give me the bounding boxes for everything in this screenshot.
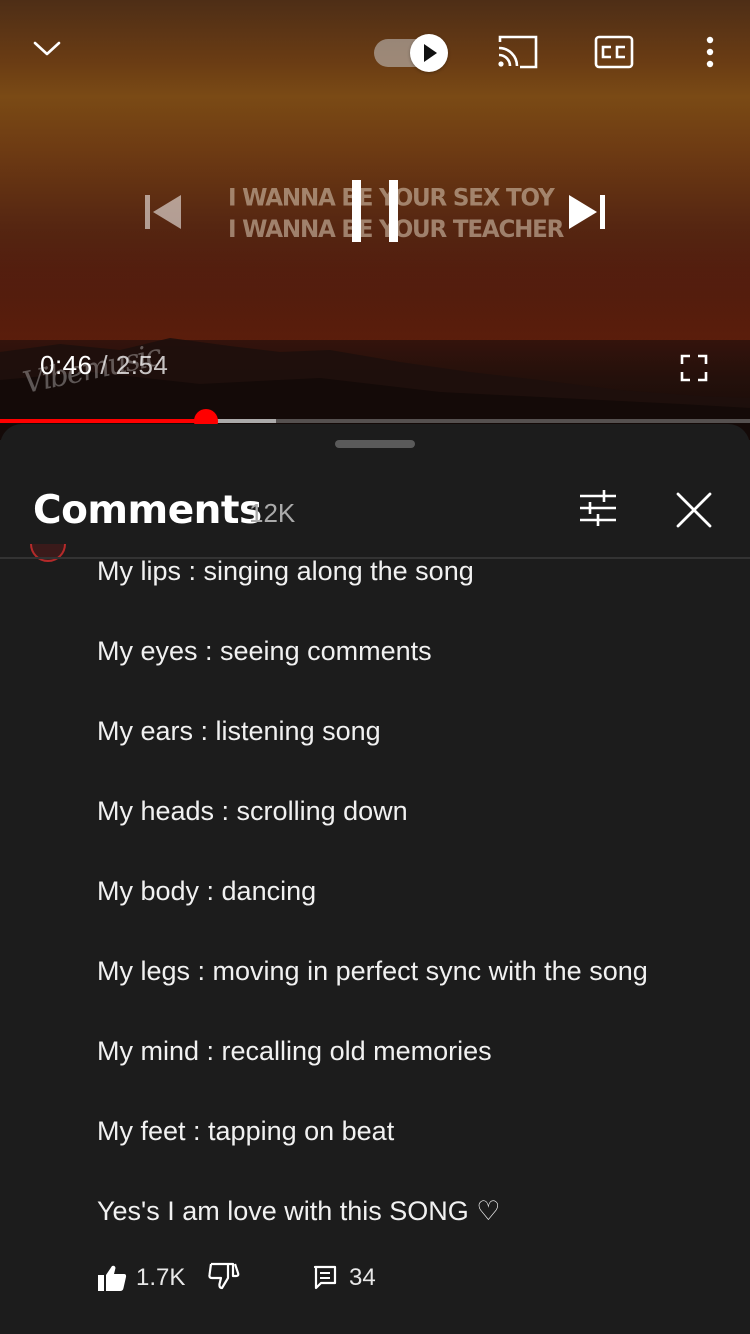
thumbs-up-icon[interactable] [97,1264,127,1292]
pause-icon[interactable] [350,178,402,244]
chevron-down-icon[interactable] [32,36,62,60]
cast-icon[interactable] [496,34,540,70]
duration: 2:54 [115,350,169,380]
thumbs-down-icon[interactable] [208,1262,240,1290]
video-progress-bar[interactable] [0,409,750,433]
close-icon[interactable] [676,492,712,528]
comment-line: My lips : singing along the song [97,556,474,586]
comments-panel: Comments 12K My lips : singing along the… [0,424,750,1334]
fullscreen-icon[interactable] [680,354,708,382]
time-display: 0:46 / 2:54 [40,350,168,381]
avatar[interactable] [30,544,66,564]
more-vertical-icon[interactable] [700,36,720,70]
video-player[interactable]: I WANNA BE YOUR SEX TOY I WANNA BE YOUR … [0,0,750,440]
reply-icon[interactable] [313,1265,337,1291]
comment-line: Yes's I am love with this SONG ♡ [97,1196,501,1226]
skip-previous-icon[interactable] [142,192,184,232]
comment-line: My mind : recalling old memories [97,1036,492,1066]
comment-line: My ears : listening song [97,716,381,746]
cc-icon[interactable] [594,34,634,70]
comment-line: My legs : moving in perfect sync with th… [97,956,648,986]
current-time: 0:46 [40,350,93,380]
autoplay-knob [410,34,448,72]
reply-count: 34 [349,1264,376,1291]
comments-title: Comments [33,488,262,533]
like-count: 1.7K [136,1264,186,1291]
autoplay-toggle[interactable] [372,34,448,72]
comments-count: 12K [249,498,296,528]
comment-line: My eyes : seeing comments [97,636,432,666]
time-separator: / [92,350,116,380]
drag-handle[interactable] [335,440,415,448]
comment-actions: 1.7K 34 [0,1254,750,1304]
comment-line: My heads : scrolling down [97,796,408,826]
progress-played [0,419,207,423]
skip-next-icon[interactable] [566,192,608,232]
sliders-icon[interactable] [578,490,618,526]
comment-line: My body : dancing [97,876,317,906]
play-icon [424,44,437,62]
comment-line: My feet : tapping on beat [97,1116,395,1146]
